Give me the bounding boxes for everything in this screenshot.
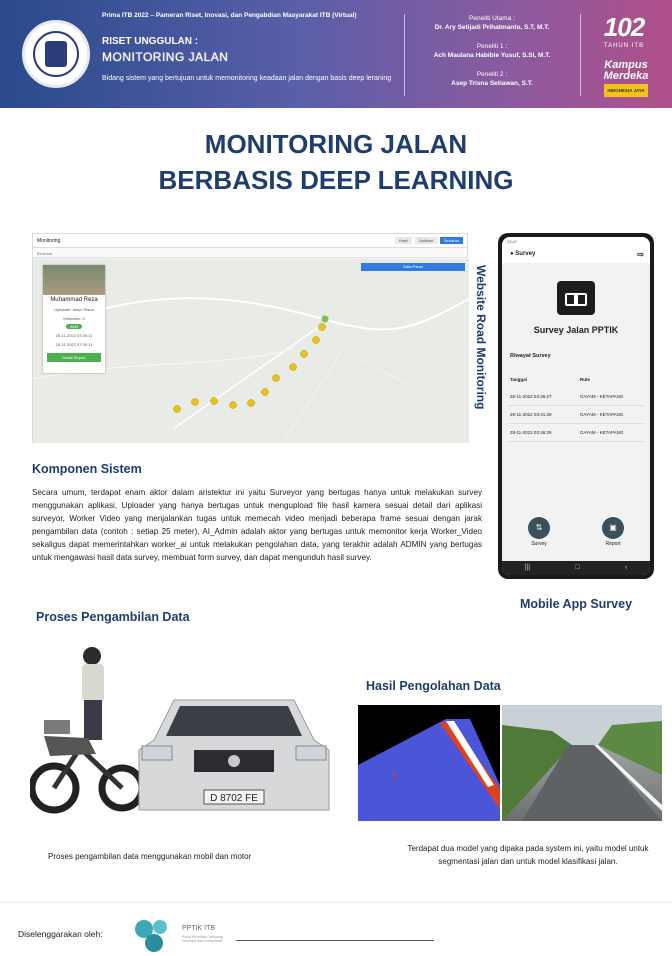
survey-camera-icon xyxy=(557,281,595,315)
road-photo xyxy=(43,265,105,295)
column-header: Tanggal xyxy=(510,377,527,382)
riset-title: MONITORING JALAN xyxy=(102,50,229,64)
cell-date: 28-11-2022 03:41:29 xyxy=(510,412,552,417)
data-panel-button: Data Panel xyxy=(361,263,465,271)
segmentation-mask xyxy=(358,719,500,821)
divider xyxy=(580,14,581,96)
kampus-merdeka-logo: Kampus Merdeka INDONESIA JAYA xyxy=(592,60,660,97)
history-table: Tanggal Rute 28-11-2022 03:36:27 GAYAM - K… xyxy=(508,371,644,442)
detail-report-button: Detail Report xyxy=(47,353,101,362)
riset-description: Bidang sistem yang bertujuan untuk memon… xyxy=(102,75,392,82)
riset-label: RISET UNGGULAN : xyxy=(102,36,199,47)
table-row: 28-11-2022 03:46:29 GAYAM - KETAPANG xyxy=(508,424,644,442)
pptik-subtitle: Pusat Penelitian Teknologi Informasi dan… xyxy=(182,935,223,943)
back-icon: ‹ xyxy=(624,564,628,571)
researcher-role: Peneliti 1 : xyxy=(476,43,508,50)
itb-logo xyxy=(22,20,90,88)
komponen-paragraph: Secara umum, terdapat enam aktor dalam a… xyxy=(32,488,482,562)
researchers: Peneliti Utama : Dr. Ary Setijadi Prihatm… xyxy=(412,14,572,98)
segmentation-image xyxy=(358,705,500,821)
surveyor-name: Muhammad Reza xyxy=(50,297,98,303)
app-bar: ● Survey ⇨ xyxy=(502,247,650,263)
survey-button-label: Survey xyxy=(531,541,547,547)
cell-route: GAYAM - KETAPANG xyxy=(580,394,624,399)
footer-line xyxy=(236,940,434,941)
web-topbar: Monitoring Hasil Aplikasi Sebaran xyxy=(33,234,467,248)
anniversary-number: 102 xyxy=(603,12,645,42)
proses-caption: Proses pengambilan data menggunakan mobi… xyxy=(48,852,252,861)
car-photo: D 8702 FE xyxy=(138,699,330,811)
surveyor-card: Muhammad Reza Uploader: Asep Trisna Kilo… xyxy=(43,265,105,373)
page-title: MONITORING JALAN BERBASIS DEEP LEARNING xyxy=(0,126,672,198)
title-line-1: MONITORING JALAN xyxy=(204,129,468,159)
route-map: Muhammad Reza Uploader: Asep Trisna Kilo… xyxy=(33,259,469,443)
kampus-text: Kampus Merdeka xyxy=(603,59,649,82)
header-banner: Prima ITB 2022 – Pameran Riset, Inovasi,… xyxy=(0,0,672,108)
researcher-role: Peneliti Utama : xyxy=(469,15,515,22)
anniversary-text: TAHUN ITB xyxy=(603,43,645,49)
table-row: 28-11-2022 03:41:29 GAYAM - KETAPANG xyxy=(508,406,644,424)
history-heading: Riwayat Survey xyxy=(510,353,551,359)
organizer-label: Diselenggarakan oleh: xyxy=(18,929,103,939)
date-label: 20-11-2022 07:30:11 xyxy=(55,342,93,347)
cell-route: GAYAM - KETAPANG xyxy=(580,430,624,435)
android-nav-bar: ||| □ ‹ xyxy=(502,561,650,575)
section-heading-proses: Proses Pengambilan Data xyxy=(36,610,190,624)
survey-title: Survey Jalan PPTIK xyxy=(533,325,619,335)
researcher-name: Asep Trisna Setiawan, S.T. xyxy=(451,80,533,87)
status-time: 13:47 xyxy=(502,237,650,247)
web-tab: Sebaran xyxy=(439,237,463,244)
swap-icon: ⇅ xyxy=(528,517,550,539)
report-button-label: Report xyxy=(605,541,621,547)
pptik-name: PPTIK ITB xyxy=(182,925,216,932)
date-label: 20-11-2022 07:30:11 xyxy=(55,333,93,338)
cell-route: GAYAM - KETAPANG xyxy=(580,412,624,417)
mobile-screenshot: 13:47 ● Survey ⇨ Survey Jalan PPTIK Riwa… xyxy=(498,233,654,579)
kampus-tag: INDONESIA JAYA xyxy=(604,84,648,97)
status-badge: Aktif xyxy=(66,324,82,329)
action-buttons: ⇅ Survey ▣ Report xyxy=(502,517,650,547)
recents-icon: ||| xyxy=(524,564,531,571)
web-app-title: Monitoring xyxy=(37,238,61,244)
app-bar-title: Survey xyxy=(515,251,536,257)
event-name: Prima ITB 2022 – Pameran Riset, Inovasi,… xyxy=(102,12,357,19)
motorcycle-photo xyxy=(30,647,146,814)
kilometer-label: Kilometer: 0 xyxy=(63,316,85,321)
itb-102-logo: 102 TAHUN ITB xyxy=(592,12,656,49)
road-scene xyxy=(502,705,662,821)
website-screenshot: Monitoring Hasil Aplikasi Sebaran Berand… xyxy=(32,233,469,443)
uploader-label: Uploader: Asep Trisna xyxy=(54,307,94,312)
web-breadcrumb: Beranda xyxy=(33,248,467,258)
license-plate: D 8702 FE xyxy=(210,793,258,804)
mobile-label: Mobile App Survey xyxy=(519,597,633,611)
researcher-role: Peneliti 2 : xyxy=(476,71,508,78)
researcher-name: Ach Maulana Habibie Yusuf, S.SI, M.T. xyxy=(433,52,551,59)
report-icon: ▣ xyxy=(602,517,624,539)
home-icon: □ xyxy=(575,564,580,571)
table-row: 28-11-2022 03:36:27 GAYAM - KETAPANG xyxy=(508,388,644,406)
road-photo-result xyxy=(502,705,662,821)
divider xyxy=(404,14,405,96)
title-line-2: BERBASIS DEEP LEARNING xyxy=(158,165,514,195)
researcher-name: Dr. Ary Setijadi Prihatmanto, S.T, M.T. xyxy=(434,24,550,31)
section-heading-hasil: Hasil Pengolahan Data xyxy=(366,679,501,693)
web-tab: Hasil xyxy=(395,237,413,244)
hasil-caption: Terdapat dua model yang dipaka pada syst… xyxy=(407,844,649,866)
cell-date: 28-11-2022 03:46:29 xyxy=(510,430,552,435)
survey-button: ⇅ Survey xyxy=(528,517,550,547)
cell-date: 28-11-2022 03:36:27 xyxy=(510,394,552,399)
web-tab: Aplikasi xyxy=(415,237,437,244)
pptik-logo xyxy=(135,920,167,952)
logout-icon: ⇨ xyxy=(637,250,644,259)
column-header: Rute xyxy=(580,377,590,382)
footer: Diselenggarakan oleh: PPTIK ITB Pusat Pe… xyxy=(0,902,672,956)
report-button: ▣ Report xyxy=(602,517,624,547)
section-heading-komponen: Komponen Sistem xyxy=(32,462,142,476)
website-label: Website Road Monitoring xyxy=(474,264,488,410)
